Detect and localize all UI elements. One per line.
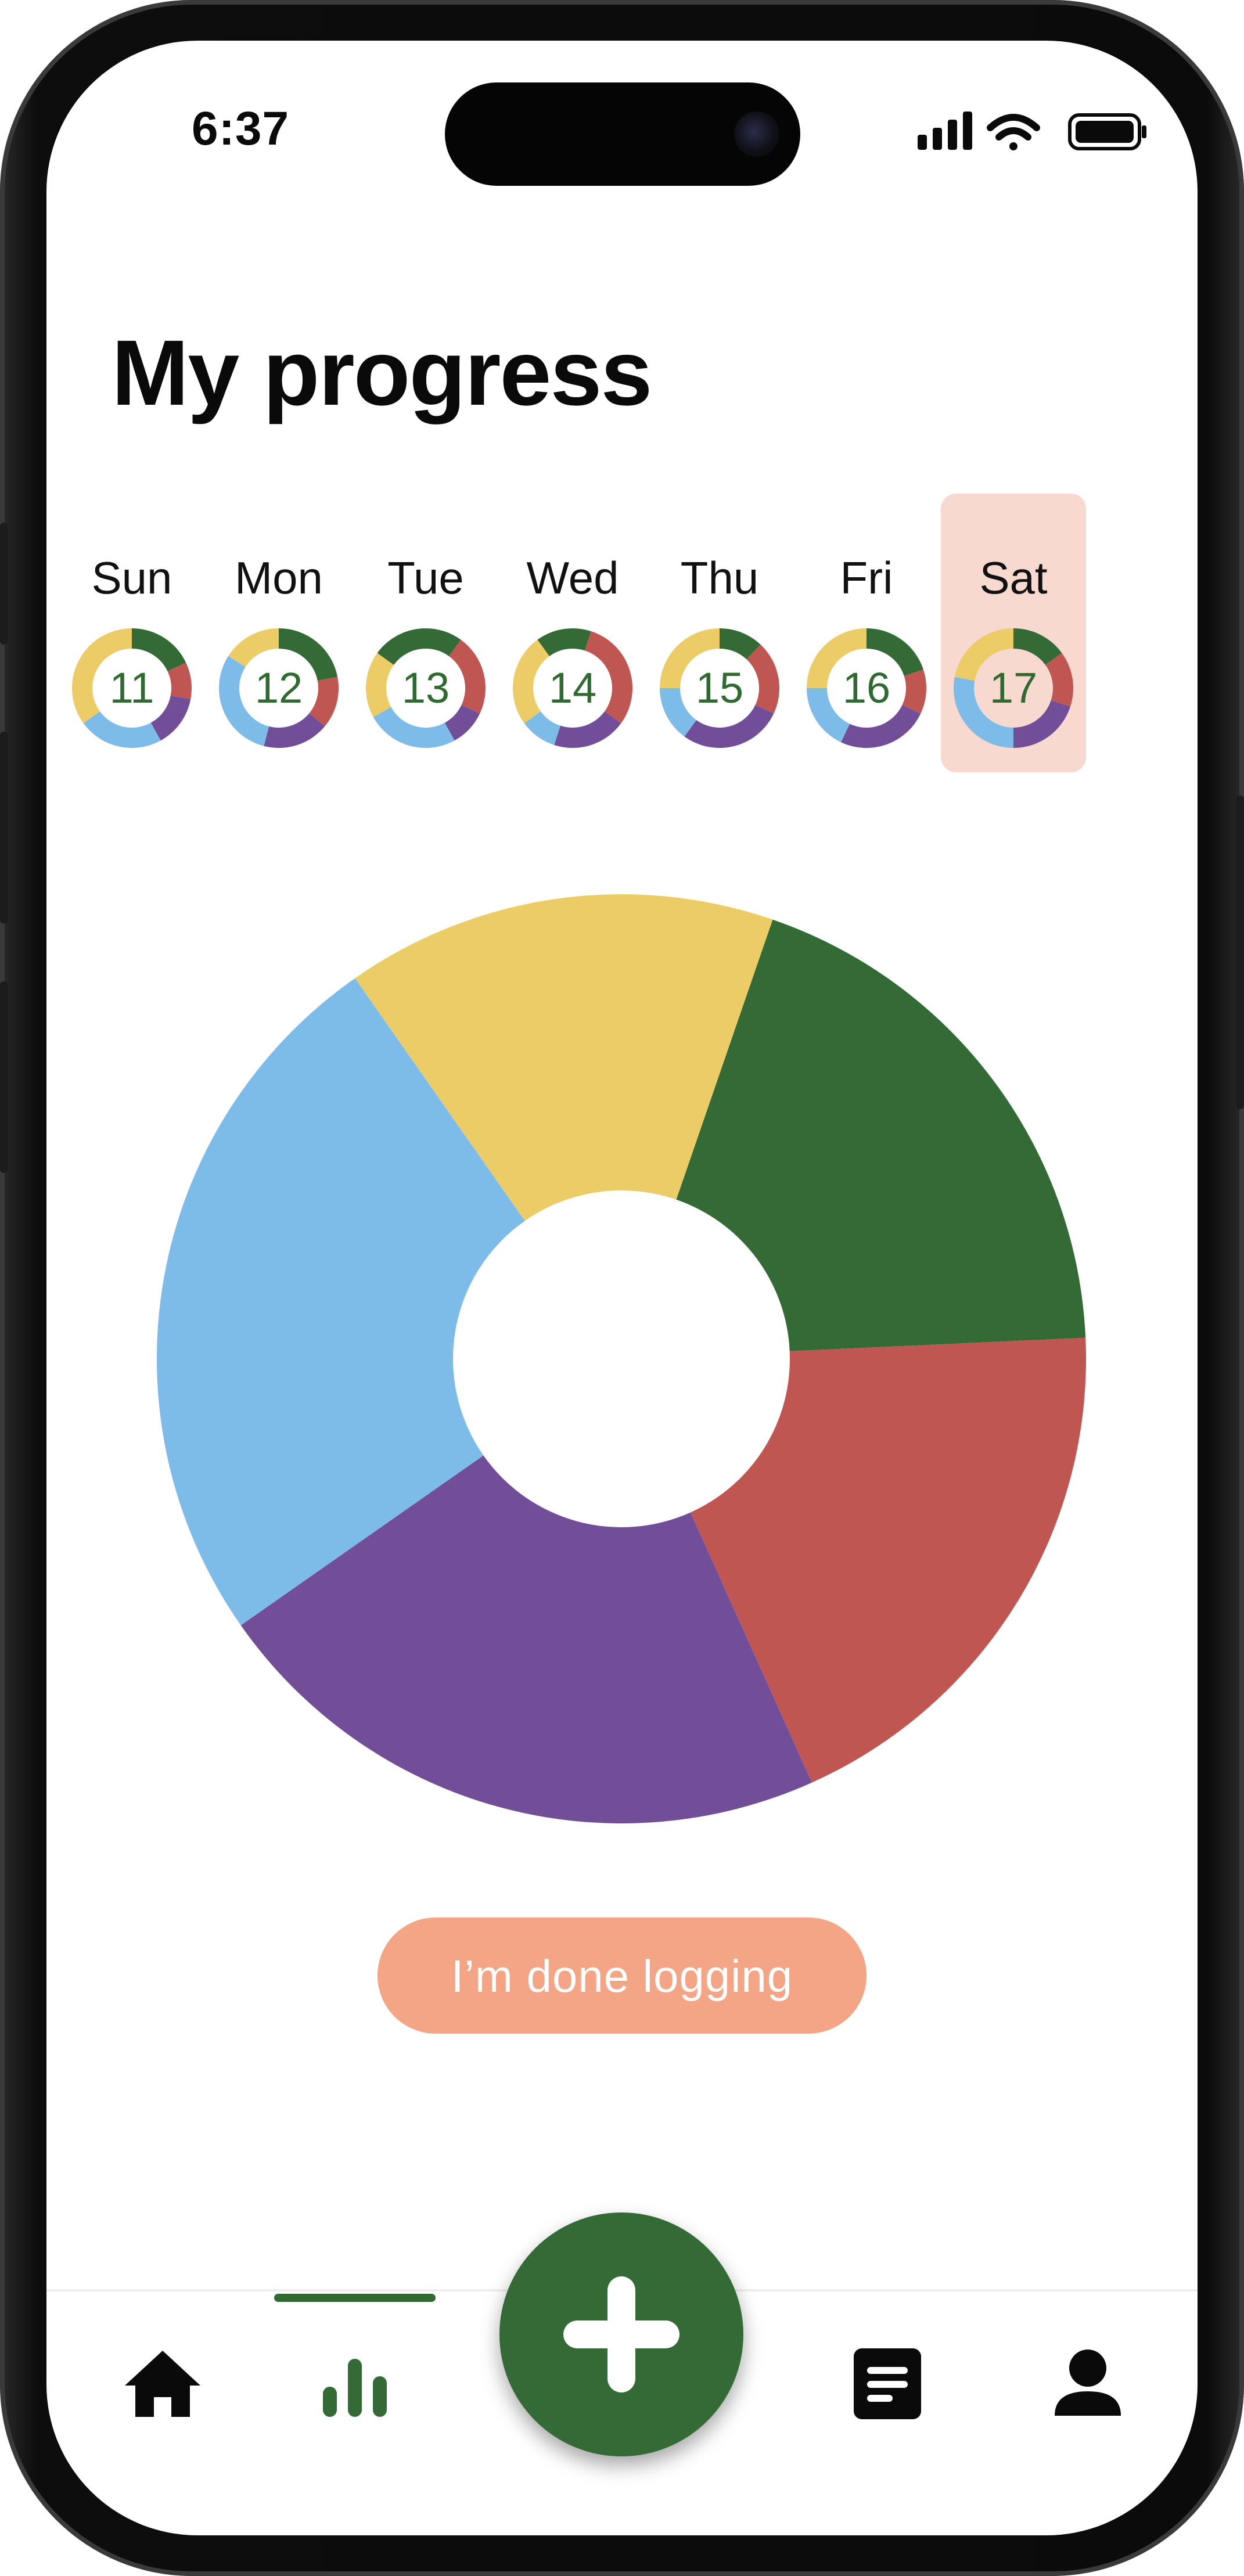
profile-icon [1055, 2350, 1121, 2416]
tab-stats[interactable] [305, 2334, 404, 2433]
status-icons [918, 111, 1146, 150]
day-date: 15 [695, 664, 744, 712]
day-tue[interactable]: Tue 13 [353, 494, 498, 772]
page-title: My progress [112, 321, 652, 424]
journal-icon [854, 2348, 921, 2419]
action-button [0, 523, 8, 645]
day-label: Sun [91, 552, 172, 603]
day-date: 14 [548, 664, 597, 712]
status-time: 6:37 [192, 102, 290, 155]
day-label: Thu [680, 552, 759, 603]
day-wed[interactable]: Wed 14 [500, 494, 645, 772]
day-date: 11 [109, 664, 154, 712]
cellular-signal-icon [918, 111, 972, 150]
day-label: Wed [526, 552, 619, 603]
active-tab-indicator [274, 2294, 436, 2302]
front-camera [734, 111, 779, 157]
volume-down-button [0, 981, 8, 1173]
add-icon [563, 2276, 679, 2392]
day-date: 12 [254, 664, 303, 712]
progress-donut-chart [157, 894, 1086, 1823]
wifi-icon [987, 114, 1040, 150]
tab-journal[interactable] [838, 2334, 937, 2433]
day-mon[interactable]: Mon 12 [206, 494, 351, 772]
app-screen: 6:37 My progress Sun 11 Mon 12 Tue 13 Wed 14 Thu… [46, 41, 1198, 2535]
day-thu[interactable]: Thu 15 [647, 494, 792, 772]
battery-icon [1068, 113, 1146, 150]
home-icon [125, 2351, 200, 2417]
day-sun[interactable]: Sun 11 [59, 494, 204, 772]
power-button [1236, 796, 1244, 1109]
day-label: Sat [979, 552, 1048, 603]
tab-home[interactable] [113, 2334, 212, 2433]
day-date: 17 [989, 664, 1038, 712]
day-label: Tue [387, 552, 464, 603]
day-date: 13 [401, 664, 450, 712]
done-logging-button[interactable]: I’m done logging [377, 1917, 867, 2034]
add-entry-button[interactable] [499, 2212, 743, 2456]
tab-profile[interactable] [1038, 2334, 1137, 2433]
volume-up-button [0, 732, 8, 923]
stats-icon [323, 2359, 387, 2417]
day-fri[interactable]: Fri 16 [794, 494, 939, 772]
day-sat[interactable]: Sat 17 [941, 494, 1086, 772]
day-label: Fri [840, 552, 893, 603]
day-date: 16 [842, 664, 891, 712]
day-label: Mon [235, 552, 323, 603]
